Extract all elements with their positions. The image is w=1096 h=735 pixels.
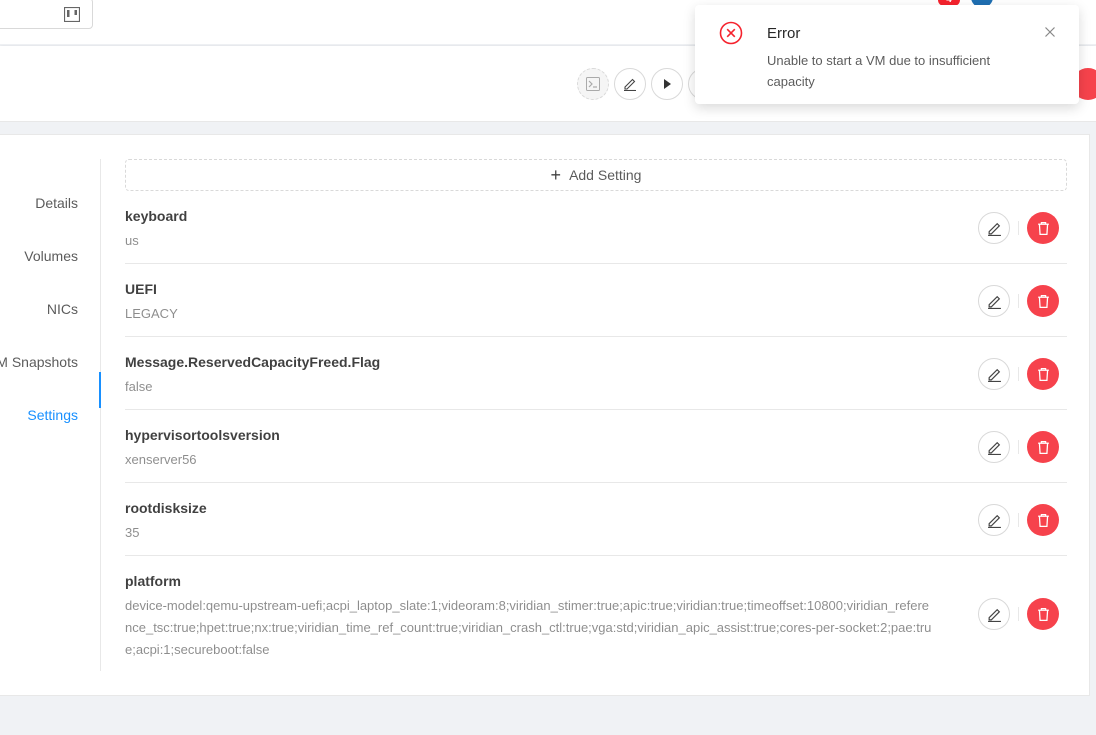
tab-settings[interactable]: Settings [27, 400, 78, 430]
setting-key: platform [125, 573, 181, 589]
setting-row: Message.ReservedCapacityFreed.Flag false [125, 337, 1067, 410]
edit-setting-button[interactable] [978, 358, 1010, 390]
tab-nics[interactable]: NICs [47, 294, 78, 324]
edit-setting-button[interactable] [978, 212, 1010, 244]
divider [1018, 294, 1019, 308]
setting-value: xenserver56 [125, 452, 197, 467]
search-input[interactable] [0, 0, 93, 29]
delete-icon [1037, 440, 1049, 454]
setting-row: hypervisortoolsversion xenserver56 [125, 410, 1067, 483]
add-setting-label: Add Setting [569, 167, 642, 183]
setting-value: 35 [125, 525, 140, 540]
delete-icon [1037, 221, 1049, 235]
divider [1018, 513, 1019, 527]
plus-icon: + [550, 165, 562, 185]
edit-setting-button[interactable] [978, 598, 1010, 630]
delete-icon [1037, 607, 1049, 621]
delete-setting-button[interactable] [1027, 504, 1059, 536]
edit-icon [624, 78, 636, 91]
setting-value: us [125, 233, 139, 248]
setting-row: platform device-model:qemu-upstream-uefi… [125, 556, 1067, 671]
delete-setting-button[interactable] [1027, 285, 1059, 317]
close-icon[interactable] [1043, 25, 1057, 39]
detail-card: Details Volumes NICs VM Snapshots Settin… [0, 134, 1090, 696]
console-icon [586, 77, 600, 91]
close-circle-icon [719, 21, 743, 45]
setting-key: hypervisortoolsversion [125, 427, 280, 443]
delete-setting-button[interactable] [1027, 212, 1059, 244]
edit-setting-button[interactable] [978, 285, 1010, 317]
setting-actions [978, 504, 1059, 536]
active-tab-indicator [99, 372, 101, 408]
edit-icon [987, 608, 1001, 622]
setting-key: rootdisksize [125, 500, 207, 516]
tab-volumes[interactable]: Volumes [24, 241, 78, 271]
setting-key: UEFI [125, 281, 157, 297]
edit-icon [987, 295, 1001, 309]
setting-row: rootdisksize 35 [125, 483, 1067, 556]
add-setting-button[interactable]: + Add Setting [125, 159, 1067, 191]
edit-icon [987, 441, 1001, 455]
setting-actions [978, 431, 1059, 463]
edit-icon [987, 368, 1001, 382]
divider [1018, 367, 1019, 381]
delete-setting-button[interactable] [1027, 431, 1059, 463]
tab-list: Details Volumes NICs VM Snapshots Settin… [0, 159, 101, 671]
setting-key: keyboard [125, 208, 188, 224]
delete-icon [1037, 367, 1049, 381]
error-notification: Error Unable to start a VM due to insuff… [695, 5, 1079, 104]
divider [1018, 440, 1019, 454]
edit-icon [987, 222, 1001, 236]
play-icon [664, 79, 671, 89]
edit-setting-button[interactable] [978, 431, 1010, 463]
start-vm-button[interactable] [651, 68, 683, 100]
divider [1018, 221, 1019, 235]
setting-value: false [125, 379, 153, 394]
edit-icon [987, 514, 1001, 528]
edit-vm-button[interactable] [614, 68, 646, 100]
view-console-button[interactable] [577, 68, 609, 100]
delete-icon [1037, 294, 1049, 308]
setting-value: device-model:qemu-upstream-uefi;acpi_lap… [125, 598, 932, 657]
setting-row: UEFI LEGACY [125, 264, 1067, 337]
tab-details[interactable]: Details [35, 188, 78, 218]
delete-setting-button[interactable] [1027, 358, 1059, 390]
setting-key: Message.ReservedCapacityFreed.Flag [125, 354, 381, 370]
divider [1018, 607, 1019, 621]
setting-actions [978, 358, 1059, 390]
notification-description: Unable to start a VM due to insufficient… [767, 53, 991, 89]
edit-setting-button[interactable] [978, 504, 1010, 536]
kanban-icon [64, 7, 80, 22]
setting-actions [978, 212, 1059, 244]
setting-row: keyboard us [125, 191, 1067, 264]
setting-actions [978, 598, 1059, 630]
setting-value: LEGACY [125, 306, 178, 321]
delete-icon [1037, 513, 1049, 527]
setting-actions [978, 285, 1059, 317]
delete-setting-button[interactable] [1027, 598, 1059, 630]
tab-vm-snapshots[interactable]: VM Snapshots [0, 347, 78, 377]
notification-title: Error [767, 25, 801, 42]
